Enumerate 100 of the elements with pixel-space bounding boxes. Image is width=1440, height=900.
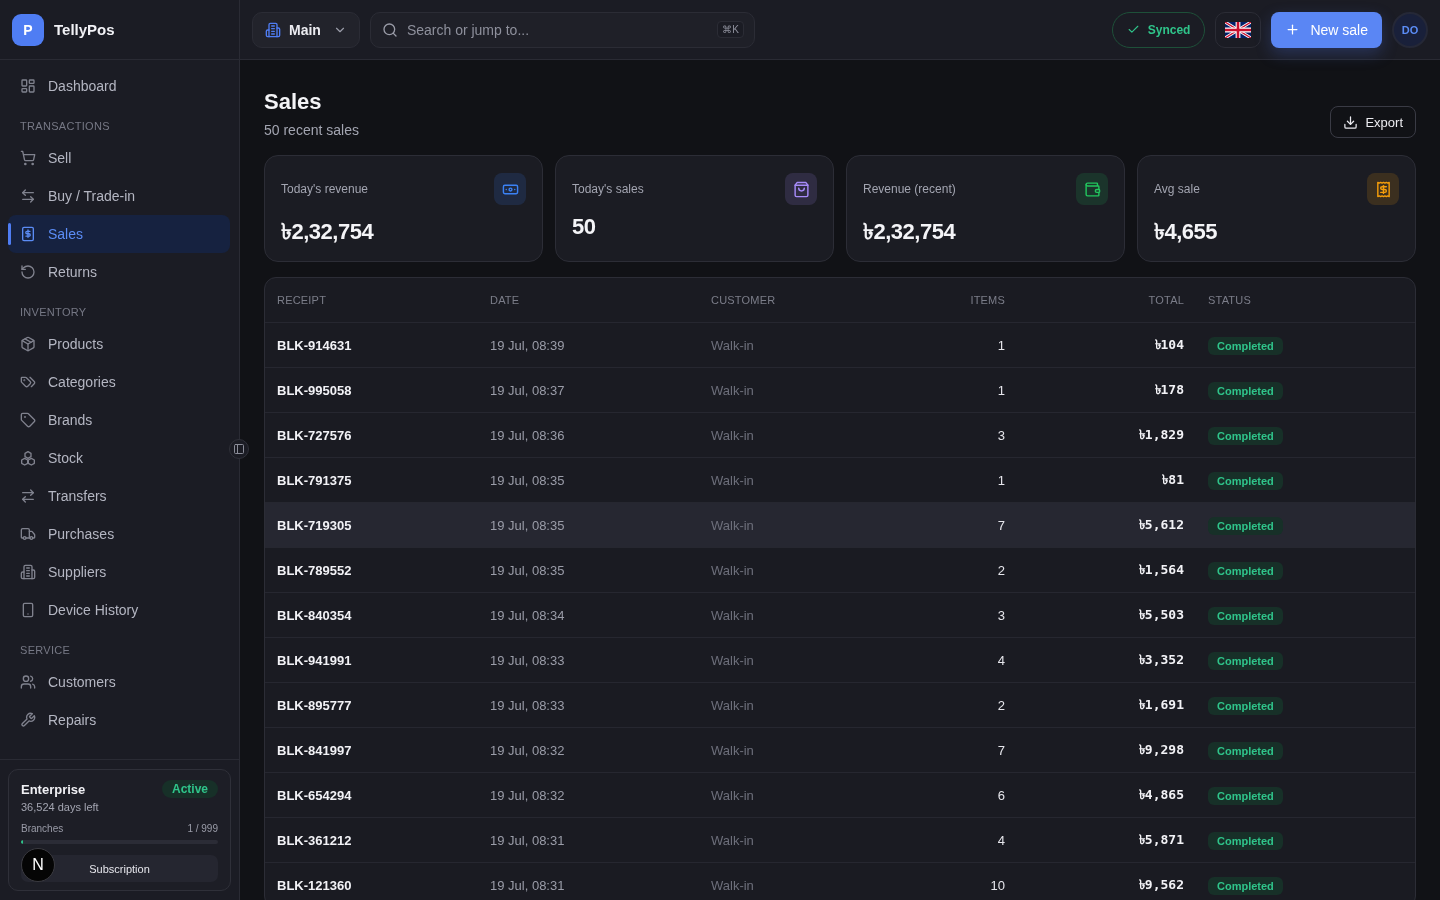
nav-item[interactable]: Suppliers [8, 553, 230, 591]
nav-item[interactable]: Transfers [8, 477, 230, 515]
table-cell-text: ৳104 [1153, 335, 1185, 354]
grid-icon [20, 78, 36, 94]
nav-item[interactable]: Customers [8, 663, 230, 701]
table-cell-text: BLK-654294 [276, 787, 353, 803]
status-badge: Completed [1208, 336, 1283, 355]
table-cell-text: Walk-in [710, 697, 755, 713]
column-header: RECEIPT [276, 294, 328, 306]
box-icon [20, 336, 36, 352]
usage-label: Branches [21, 823, 64, 834]
table-cell-text: BLK-840354 [276, 607, 353, 623]
nav-item[interactable]: Purchases [8, 515, 230, 553]
nav-item[interactable]: Returns [8, 253, 230, 291]
export-button[interactable]: Export [1330, 106, 1416, 138]
table-row[interactable]: BLK-361212 19 Jul, 08:31 Walk-in 4 ৳5,871 Completed [265, 817, 1415, 862]
table-cell-text: ৳9,562 [1137, 875, 1185, 894]
nav-item[interactable]: Stock [8, 439, 230, 477]
nav-item[interactable]: Products [8, 325, 230, 363]
table-row[interactable]: BLK-121360 19 Jul, 08:31 Walk-in 10 ৳9,562 Completed [265, 862, 1415, 900]
table-cell-text: Walk-in [710, 787, 755, 803]
days-left: 36,524 days left [21, 801, 100, 813]
nav-item[interactable]: Brands [8, 401, 230, 439]
stat-label: Revenue (recent) [863, 182, 956, 196]
nav-item[interactable]: Dashboard [8, 67, 230, 105]
table-row[interactable]: BLK-727576 19 Jul, 08:36 Walk-in 3 ৳1,829 Completed [265, 412, 1415, 457]
table-cell-text: 3 [996, 427, 1006, 443]
table-cell-text: Walk-in [710, 382, 755, 398]
building-icon [20, 564, 36, 580]
table-cell-text: ৳3,352 [1137, 650, 1185, 669]
table-cell-text: ৳1,829 [1137, 425, 1185, 444]
search-icon [381, 21, 398, 38]
nav-item[interactable]: Sales [8, 215, 230, 253]
table-cell-text: 1 [996, 382, 1006, 398]
table-cell-text: 19 Jul, 08:31 [489, 877, 566, 893]
table-cell-text: ৳178 [1153, 380, 1185, 399]
cart-icon [20, 150, 36, 166]
table-cell-text: BLK-789552 [276, 562, 353, 578]
nav-item[interactable]: Repairs [8, 701, 230, 739]
sidebar-toggle-button[interactable] [229, 439, 249, 459]
table-cell-text: 3 [996, 607, 1006, 623]
wrench-icon [20, 712, 36, 728]
status-badge: Completed [1208, 381, 1283, 400]
nav-item[interactable]: Sell [8, 139, 230, 177]
nav-item[interactable]: Categories [8, 363, 230, 401]
table-cell-text: Walk-in [710, 652, 755, 668]
download-icon [1343, 114, 1359, 130]
nav-item[interactable]: Device History [8, 591, 230, 629]
table-cell-text: BLK-791375 [276, 472, 353, 488]
language-button[interactable] [1215, 11, 1262, 48]
status-badge: Completed [1208, 516, 1283, 535]
tag-icon [20, 412, 36, 428]
table-row[interactable]: BLK-719305 19 Jul, 08:35 Walk-in 7 ৳5,612 Completed [265, 502, 1415, 547]
table-cell-text: ৳9,298 [1137, 740, 1185, 759]
table-row[interactable]: BLK-789552 19 Jul, 08:35 Walk-in 2 ৳1,564 Completed [265, 547, 1415, 592]
table-cell-text: Walk-in [710, 607, 755, 623]
table-row[interactable]: BLK-841997 19 Jul, 08:32 Walk-in 7 ৳9,298 Completed [265, 727, 1415, 772]
table-row[interactable]: BLK-895777 19 Jul, 08:33 Walk-in 2 ৳1,691 Completed [265, 682, 1415, 727]
table-cell-text: 19 Jul, 08:37 [489, 382, 566, 398]
table-cell-text: 19 Jul, 08:33 [489, 697, 566, 713]
status-badge: Completed [1208, 606, 1283, 625]
column-header: ITEMS [969, 294, 1006, 306]
table-cell-text: BLK-941991 [276, 652, 353, 668]
table-cell-text: 19 Jul, 08:35 [489, 472, 566, 488]
building-icon [265, 21, 281, 38]
table-row[interactable]: BLK-654294 19 Jul, 08:32 Walk-in 6 ৳4,865 Completed [265, 772, 1415, 817]
dev-tools-button[interactable]: N [21, 848, 55, 882]
page-title: Sales [264, 88, 323, 116]
nav-item[interactable]: Buy / Trade-in [8, 177, 230, 215]
status-badge: Completed [1208, 426, 1283, 445]
plan-status: Active [161, 780, 218, 798]
table-row[interactable]: BLK-914631 19 Jul, 08:39 Walk-in 1 ৳104 Completed [265, 322, 1415, 367]
plus-icon [1285, 22, 1301, 37]
table-cell-text: 19 Jul, 08:36 [489, 427, 566, 443]
status-badge: Completed [1208, 876, 1283, 895]
section-label: TRANSACTIONS [19, 119, 111, 134]
stat-value: ৳4,655 [1154, 218, 1219, 246]
table-cell-text: ৳1,691 [1137, 695, 1185, 714]
table-cell-text: 19 Jul, 08:35 [489, 517, 566, 533]
user-avatar[interactable]: DO [1392, 11, 1428, 48]
column-header: TOTAL [1147, 294, 1185, 306]
status-badge: Completed [1208, 696, 1283, 715]
status-badge: Completed [1208, 471, 1283, 490]
table-row[interactable]: BLK-995058 19 Jul, 08:37 Walk-in 1 ৳178 Completed [265, 367, 1415, 412]
table-cell-text: ৳5,612 [1137, 515, 1185, 534]
table-cell-text: BLK-727576 [276, 427, 353, 443]
branch-dropdown[interactable]: Main [252, 11, 360, 48]
app-logo: P [12, 13, 44, 46]
column-header: DATE [489, 294, 521, 306]
status-badge: Completed [1208, 651, 1283, 670]
truck-icon [20, 526, 36, 542]
stat-value: ৳2,32,754 [281, 218, 375, 246]
table-row[interactable]: BLK-941991 19 Jul, 08:33 Walk-in 4 ৳3,352 Completed [265, 637, 1415, 682]
table-cell-text: 4 [996, 832, 1006, 848]
table-cell-text: 1 [996, 337, 1006, 353]
table-cell-text: 2 [996, 697, 1006, 713]
table-cell-text: 19 Jul, 08:34 [489, 607, 566, 623]
table-cell-text: BLK-914631 [276, 337, 353, 353]
table-row[interactable]: BLK-840354 19 Jul, 08:34 Walk-in 3 ৳5,503 Completed [265, 592, 1415, 637]
arrows-left-right-icon [20, 188, 36, 204]
